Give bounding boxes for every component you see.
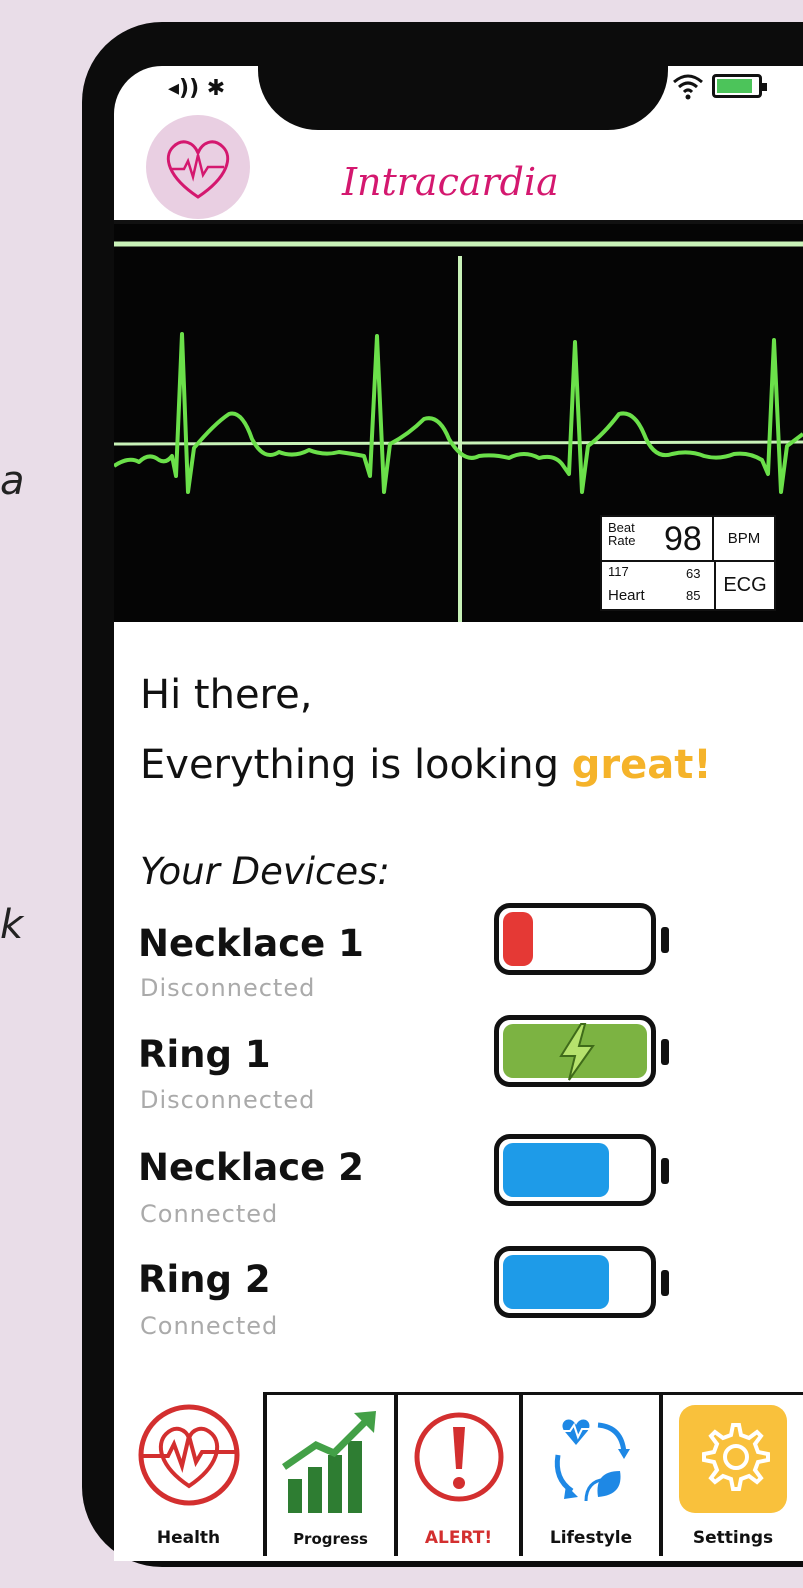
device-name[interactable]: Ring 1 [138,1033,271,1076]
greeting-line-2: Everything is looking great! [140,742,712,788]
tab-health[interactable]: Health [114,1392,266,1556]
status-icons-right [672,72,767,100]
device-battery-icon [494,1246,656,1318]
device-name[interactable]: Ring 2 [138,1258,271,1301]
tab-lifestyle[interactable]: Lifestyle [520,1392,662,1556]
app-title: Intracardia [342,160,559,204]
device-status: Disconnected [140,974,316,1002]
heart-logo-icon [166,140,230,199]
device-battery-icon [494,1015,656,1087]
heart-label: Heart [608,587,645,604]
device-name[interactable]: Necklace 2 [138,1146,364,1189]
lifestyle-icon [554,1419,630,1502]
device-status: Connected [140,1312,279,1340]
background-text-a: a [0,458,25,504]
tab-label: ALERT! [424,1528,493,1548]
tab-progress[interactable]: Progress [264,1392,397,1556]
greeting-line-1: Hi there, [140,672,313,718]
growth-chart-icon [281,1411,376,1513]
beat-rate-label: Beat Rate [608,520,636,548]
battery-tip [661,1039,669,1065]
greeting-highlight: great! [571,742,712,788]
charging-bolt-icon [559,1023,595,1081]
heart-ecg-icon [138,1404,239,1506]
devices-heading: Your Devices: [140,850,390,893]
battery-status-icon [712,74,767,98]
alert-icon [414,1412,503,1502]
battery-tip [661,1270,669,1296]
status-icons-left: ◂)) ✱ [168,76,226,101]
battery-tip [661,927,669,953]
tab-label: Settings [692,1528,774,1548]
device-battery-icon [494,1134,656,1206]
tab-label: Lifestyle [549,1528,633,1548]
greeting-text: Everything is looking [140,742,572,788]
device-battery-icon [494,903,656,975]
phone-notch [258,22,668,130]
wifi-icon [673,74,703,100]
bpm-value: 98 [664,520,702,558]
tab-label: Progress [293,1530,368,1548]
heart-rate-readout: Beat Rate 98 BPM 117 Heart 63 85 ECG [600,515,776,611]
bpm-unit: BPM [714,517,774,562]
background-text-k: k [0,902,24,948]
value-85: 85 [686,588,701,603]
device-status: Disconnected [140,1086,316,1114]
value-63: 63 [686,566,701,581]
ecg-grid-line [113,440,803,446]
device-name[interactable]: Necklace 1 [138,922,364,965]
battery-tip [661,1158,669,1184]
app-logo[interactable] [146,115,250,219]
gear-icon [679,1405,787,1513]
tab-label: Health [156,1528,221,1548]
value-117: 117 [608,564,629,579]
ecg-label: ECG [714,562,774,609]
device-status: Connected [140,1200,279,1228]
tab-alert[interactable]: ALERT! [395,1392,522,1556]
tab-settings[interactable]: Settings [660,1392,803,1556]
